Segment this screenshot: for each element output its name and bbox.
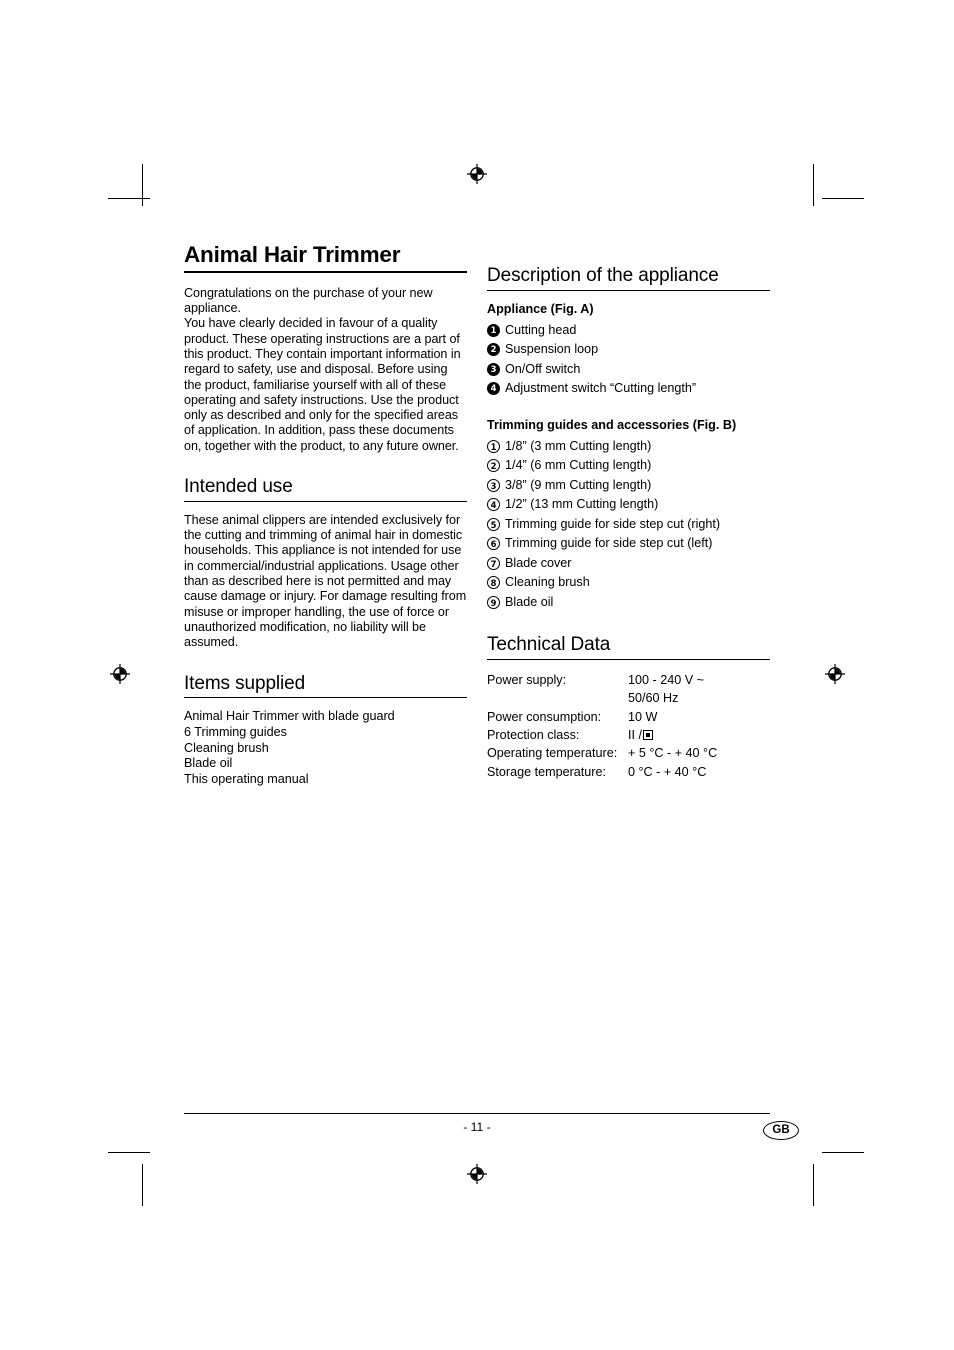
- list-item: 6 Trimming guides: [184, 724, 287, 739]
- items-supplied-rule: [184, 697, 467, 699]
- list-item: 8 Cleaning brush: [487, 573, 770, 593]
- list-item: 9 Blade oil: [487, 593, 770, 613]
- language-badge: GB: [763, 1121, 799, 1140]
- spec-label: Power consumption:: [487, 709, 602, 724]
- spec-label: Operating temperature:: [487, 746, 618, 761]
- spec-value: 50/60 Hz: [628, 689, 770, 707]
- list-item-label: Trimming guide for side step cut (right): [505, 516, 721, 531]
- technical-data-heading: Technical Data: [487, 634, 611, 656]
- spec-label: Power supply:: [487, 673, 567, 688]
- spec-value-text: 50/60 Hz: [628, 691, 679, 706]
- list-item-label: 1/8” (3 mm Cutting length): [505, 438, 652, 453]
- left-column: Animal Hair Trimmer Congratulations on t…: [184, 242, 467, 788]
- list-item: 5 Trimming guide for side step cut (right…: [487, 515, 770, 535]
- table-row: Storage temperature: 0 °C - + 40 °C: [487, 763, 770, 781]
- list-item: 1 1/8” (3 mm Cutting length): [487, 437, 770, 457]
- list-item-label: Suspension loop: [505, 342, 599, 357]
- list-item: 2 Suspension loop: [487, 340, 770, 360]
- number-marker-5-icon: 5: [487, 517, 500, 531]
- footer-rule: [184, 1113, 770, 1114]
- list-item-label: 1/2” (13 mm Cutting length): [505, 497, 659, 512]
- list-item: 3 On/Off switch: [487, 360, 770, 380]
- number-marker-1-icon: 1: [487, 323, 500, 337]
- list-item: 4 Adjustment switch “Cutting length”: [487, 379, 770, 399]
- list-item-label: 3/8” (9 mm Cutting length): [505, 477, 652, 492]
- list-item-label: Adjustment switch “Cutting length”: [505, 381, 697, 396]
- list-item-label: On/Off switch: [505, 361, 581, 376]
- description-rule: [487, 289, 770, 291]
- number-marker-2-icon: 2: [487, 459, 500, 473]
- spec-value: II /: [628, 726, 770, 744]
- number-marker-3-icon: 3: [487, 362, 500, 376]
- intro-paragraph: Congratulations on the purchase of your …: [184, 285, 461, 453]
- table-row: Power supply: 100 - 240 V ~: [487, 671, 770, 689]
- spec-value: + 5 °C - + 40 °C: [628, 744, 770, 762]
- spec-value: 0 °C - + 40 °C: [628, 763, 770, 781]
- list-item: 3 3/8” (9 mm Cutting length): [487, 476, 770, 496]
- intended-use-heading: Intended use: [184, 476, 293, 498]
- list-item-label: Cutting head: [505, 322, 577, 337]
- page-title: Animal Hair Trimmer: [184, 242, 401, 267]
- intended-use-text: These animal clippers are intended exclu…: [184, 512, 467, 650]
- section-intended-use: Intended use These animal clippers are i…: [184, 476, 467, 651]
- spec-label: [487, 689, 628, 707]
- list-item: Cleaning brush: [184, 740, 269, 755]
- list-item: 2 1/4” (6 mm Cutting length): [487, 456, 770, 476]
- appliance-parts-list: 1 Cutting head 2 Suspension loop 3 On/Off swi…: [487, 321, 770, 399]
- spec-value-text: 100 - 240 V ~: [628, 673, 704, 688]
- number-marker-3-icon: 3: [487, 478, 500, 492]
- description-heading: Description of the appliance: [487, 265, 719, 286]
- spec-value-text: II /: [628, 728, 642, 743]
- table-row: Protection class: II /: [487, 726, 770, 744]
- spec-label: Protection class:: [487, 728, 580, 743]
- number-marker-6-icon: 6: [487, 537, 500, 551]
- number-marker-4-icon: 4: [487, 498, 500, 512]
- list-item: 6 Trimming guide for side step cut (left): [487, 534, 770, 554]
- table-row: 50/60 Hz: [487, 689, 770, 707]
- page-number: - 11 -: [463, 1120, 491, 1134]
- technical-data-table: Power supply: 100 - 240 V ~ 50/60 Hz Power …: [487, 671, 770, 781]
- list-item-label: Cleaning brush: [505, 575, 590, 590]
- manual-page: Animal Hair Trimmer Congratulations on t…: [0, 0, 954, 1350]
- list-item-label: 1/4” (6 mm Cutting length): [505, 458, 652, 473]
- spec-label: Storage temperature:: [487, 764, 607, 779]
- spec-value: 100 - 240 V ~: [628, 671, 770, 689]
- items-supplied-list: Animal Hair Trimmer with blade guard 6 Tr…: [184, 709, 467, 787]
- technical-data-rule: [487, 659, 770, 661]
- list-item: This operating manual: [184, 771, 309, 786]
- right-column: Description of the appliance Appliance (…: [487, 265, 770, 781]
- double-insulation-icon: [643, 730, 653, 741]
- guides-subheading: Trimming guides and accessories (Fig. B): [487, 417, 737, 432]
- list-item-label: Blade oil: [505, 594, 554, 609]
- number-marker-4-icon: 4: [487, 382, 500, 396]
- list-item: 4 1/2” (13 mm Cutting length): [487, 495, 770, 515]
- number-marker-9-icon: 9: [487, 595, 500, 609]
- section-items-supplied: Items supplied Animal Hair Trimmer with …: [184, 673, 467, 788]
- list-item: Blade oil: [184, 756, 233, 771]
- title-rule: [184, 270, 467, 273]
- number-marker-8-icon: 8: [487, 576, 500, 590]
- number-marker-2-icon: 2: [487, 343, 500, 357]
- list-item-label: Trimming guide for side step cut (left): [505, 536, 713, 551]
- spec-value-text: 10 W: [628, 709, 658, 724]
- table-row: Operating temperature: + 5 °C - + 40 °C: [487, 744, 770, 762]
- trimming-guides-list: 1 1/8” (3 mm Cutting length) 2 1/4” (6 mm C…: [487, 437, 770, 613]
- list-item: 1 Cutting head: [487, 321, 770, 341]
- section-technical-data: Technical Data Power supply: 100 - 240 V …: [487, 634, 770, 781]
- table-row: Power consumption: 10 W: [487, 708, 770, 726]
- spec-value-text: 0 °C - + 40 °C: [628, 764, 707, 779]
- spec-value: 10 W: [628, 708, 770, 726]
- appliance-subheading: Appliance (Fig. A): [487, 301, 594, 316]
- list-item: Animal Hair Trimmer with blade guard: [184, 709, 395, 724]
- section-description: Description of the appliance Appliance (…: [487, 265, 770, 612]
- spec-value-text: + 5 °C - + 40 °C: [628, 746, 718, 761]
- intended-use-rule: [184, 500, 467, 502]
- number-marker-7-icon: 7: [487, 556, 500, 570]
- list-item-label: Blade cover: [505, 555, 572, 570]
- items-supplied-heading: Items supplied: [184, 672, 306, 694]
- number-marker-1-icon: 1: [487, 439, 500, 453]
- list-item: 7 Blade cover: [487, 554, 770, 574]
